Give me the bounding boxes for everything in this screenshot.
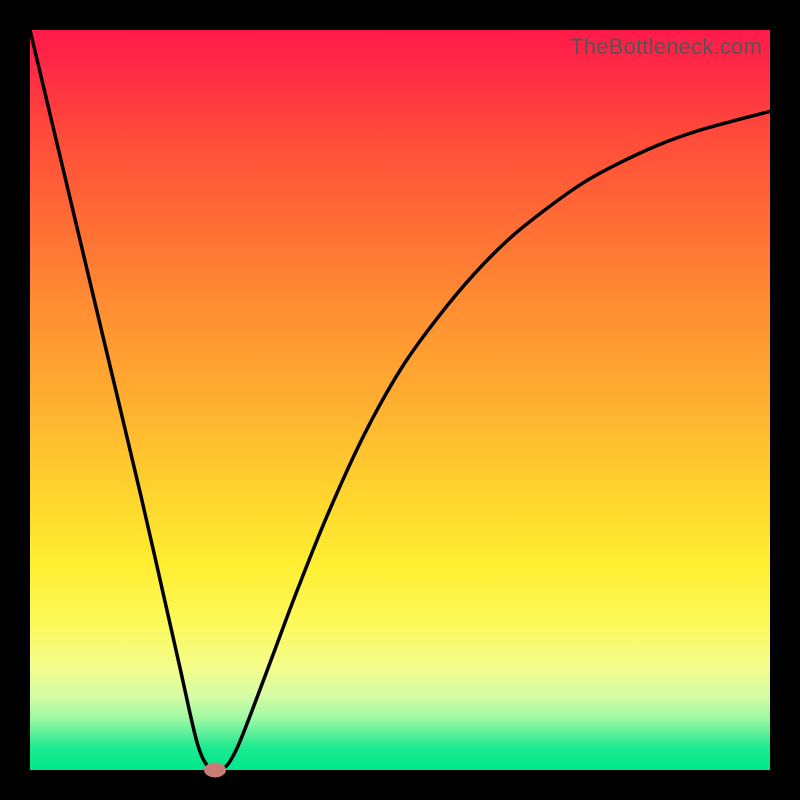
minimum-marker xyxy=(204,763,226,778)
curve-svg xyxy=(30,30,770,770)
chart-frame: TheBottleneck.com xyxy=(0,0,800,800)
bottleneck-curve-path xyxy=(30,30,770,770)
plot-area: TheBottleneck.com xyxy=(30,30,770,770)
